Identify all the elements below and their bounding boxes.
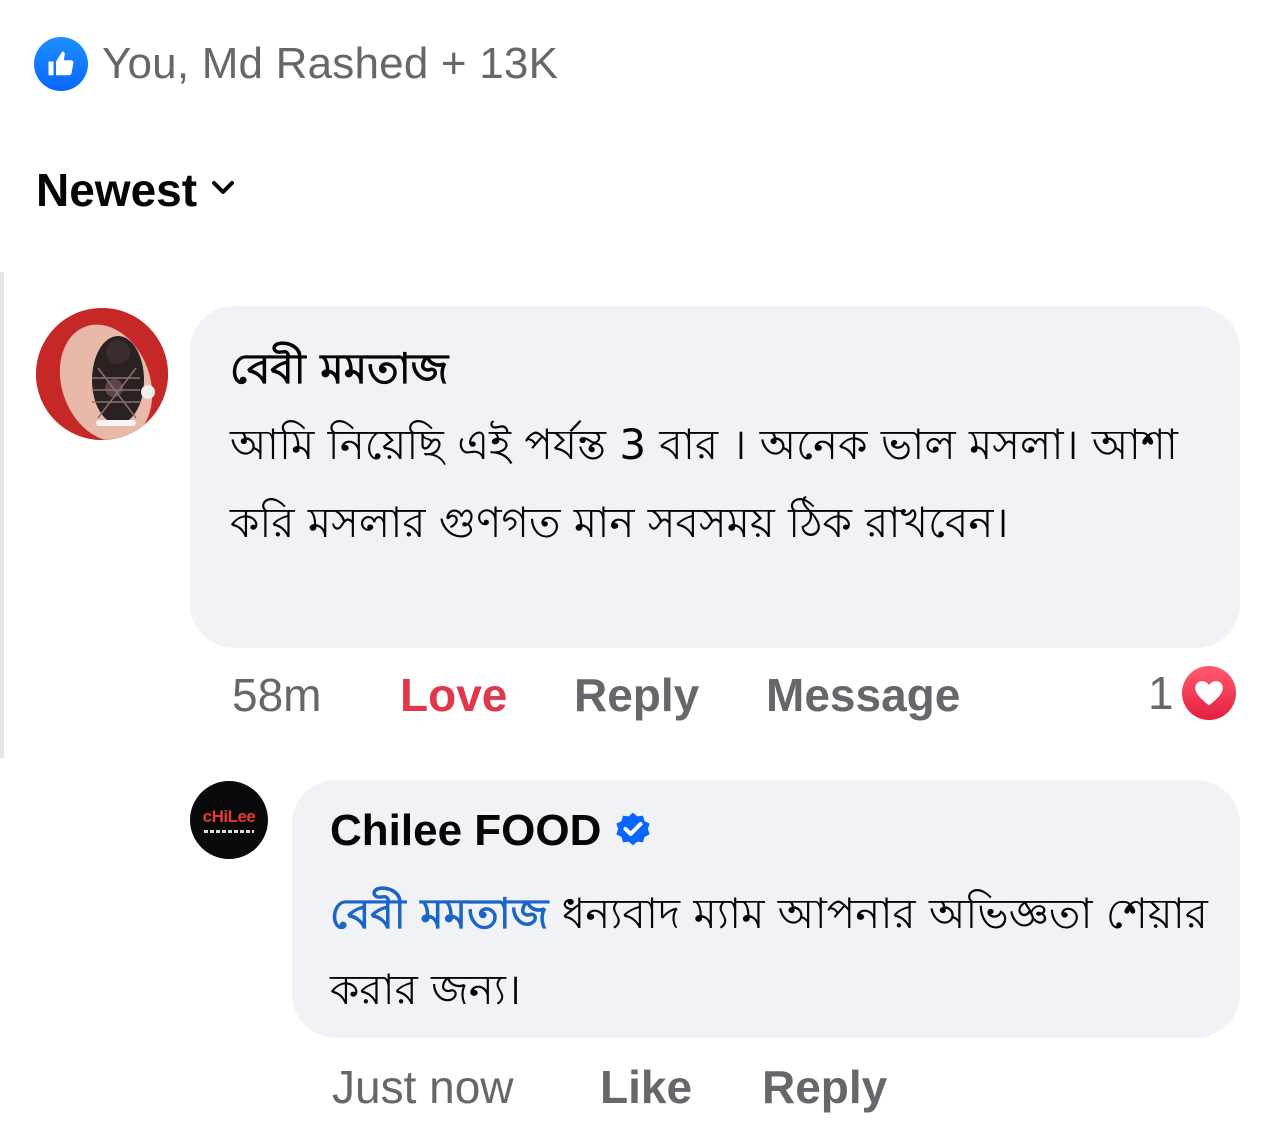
- reply-author[interactable]: Chilee FOOD: [330, 806, 601, 856]
- comment-actions: 58m Love Reply Message: [232, 668, 960, 722]
- page-avatar[interactable]: cHiLee: [190, 781, 268, 859]
- reaction-count-number: 1: [1148, 667, 1174, 719]
- sort-label: Newest: [36, 164, 198, 216]
- comment-author[interactable]: বেবী মমতাজ: [230, 336, 448, 407]
- chevron-down-icon: [211, 180, 235, 200]
- message-button[interactable]: Message: [766, 668, 960, 722]
- reply-actions: Just now Like Reply: [332, 1060, 887, 1114]
- comment-reaction-count[interactable]: 1: [1148, 666, 1236, 720]
- reactions-summary[interactable]: You, Md Rashed + 13K: [34, 37, 558, 91]
- comment-bubble: বেবী মমতাজ আমি নিয়েছি এই পর্যন্ত 3 বার …: [190, 306, 1240, 648]
- comment-timestamp[interactable]: 58m: [232, 668, 400, 722]
- reply-author-row: Chilee FOOD: [330, 806, 653, 856]
- comments-section: You, Md Rashed + 13K Newest বেবী মমতাজ আ…: [0, 0, 1280, 1141]
- love-button[interactable]: Love: [400, 668, 574, 722]
- reactions-summary-text: You, Md Rashed + 13K: [102, 39, 559, 88]
- like-button[interactable]: Like: [600, 1060, 762, 1114]
- avatar[interactable]: [36, 308, 168, 440]
- reply-button[interactable]: Reply: [762, 1060, 887, 1114]
- reply-text-block: বেবী মমতাজ ধন্যবাদ ম্যাম আপনার অভিজ্ঞতা …: [330, 876, 1210, 1028]
- avatar-logo-underline: [204, 830, 254, 833]
- reply-button[interactable]: Reply: [574, 668, 766, 722]
- reply-timestamp[interactable]: Just now: [332, 1060, 600, 1114]
- verified-badge-icon: [613, 809, 653, 853]
- sort-dropdown[interactable]: Newest: [36, 163, 235, 217]
- comment-text: আমি নিয়েছি এই পর্যন্ত 3 বার । অনেক ভাল …: [230, 420, 1178, 547]
- mention-link[interactable]: বেবী মমতাজ: [330, 889, 548, 938]
- avatar-logo-text: cHiLee: [202, 807, 256, 826]
- reply-bubble: Chilee FOOD বেবী মমতাজ ধন্যবাদ ম্যাম আপন…: [292, 780, 1240, 1038]
- heart-icon: [1181, 666, 1236, 720]
- thumbs-up-icon: [34, 37, 88, 91]
- thread-indicator-bar: [0, 272, 4, 758]
